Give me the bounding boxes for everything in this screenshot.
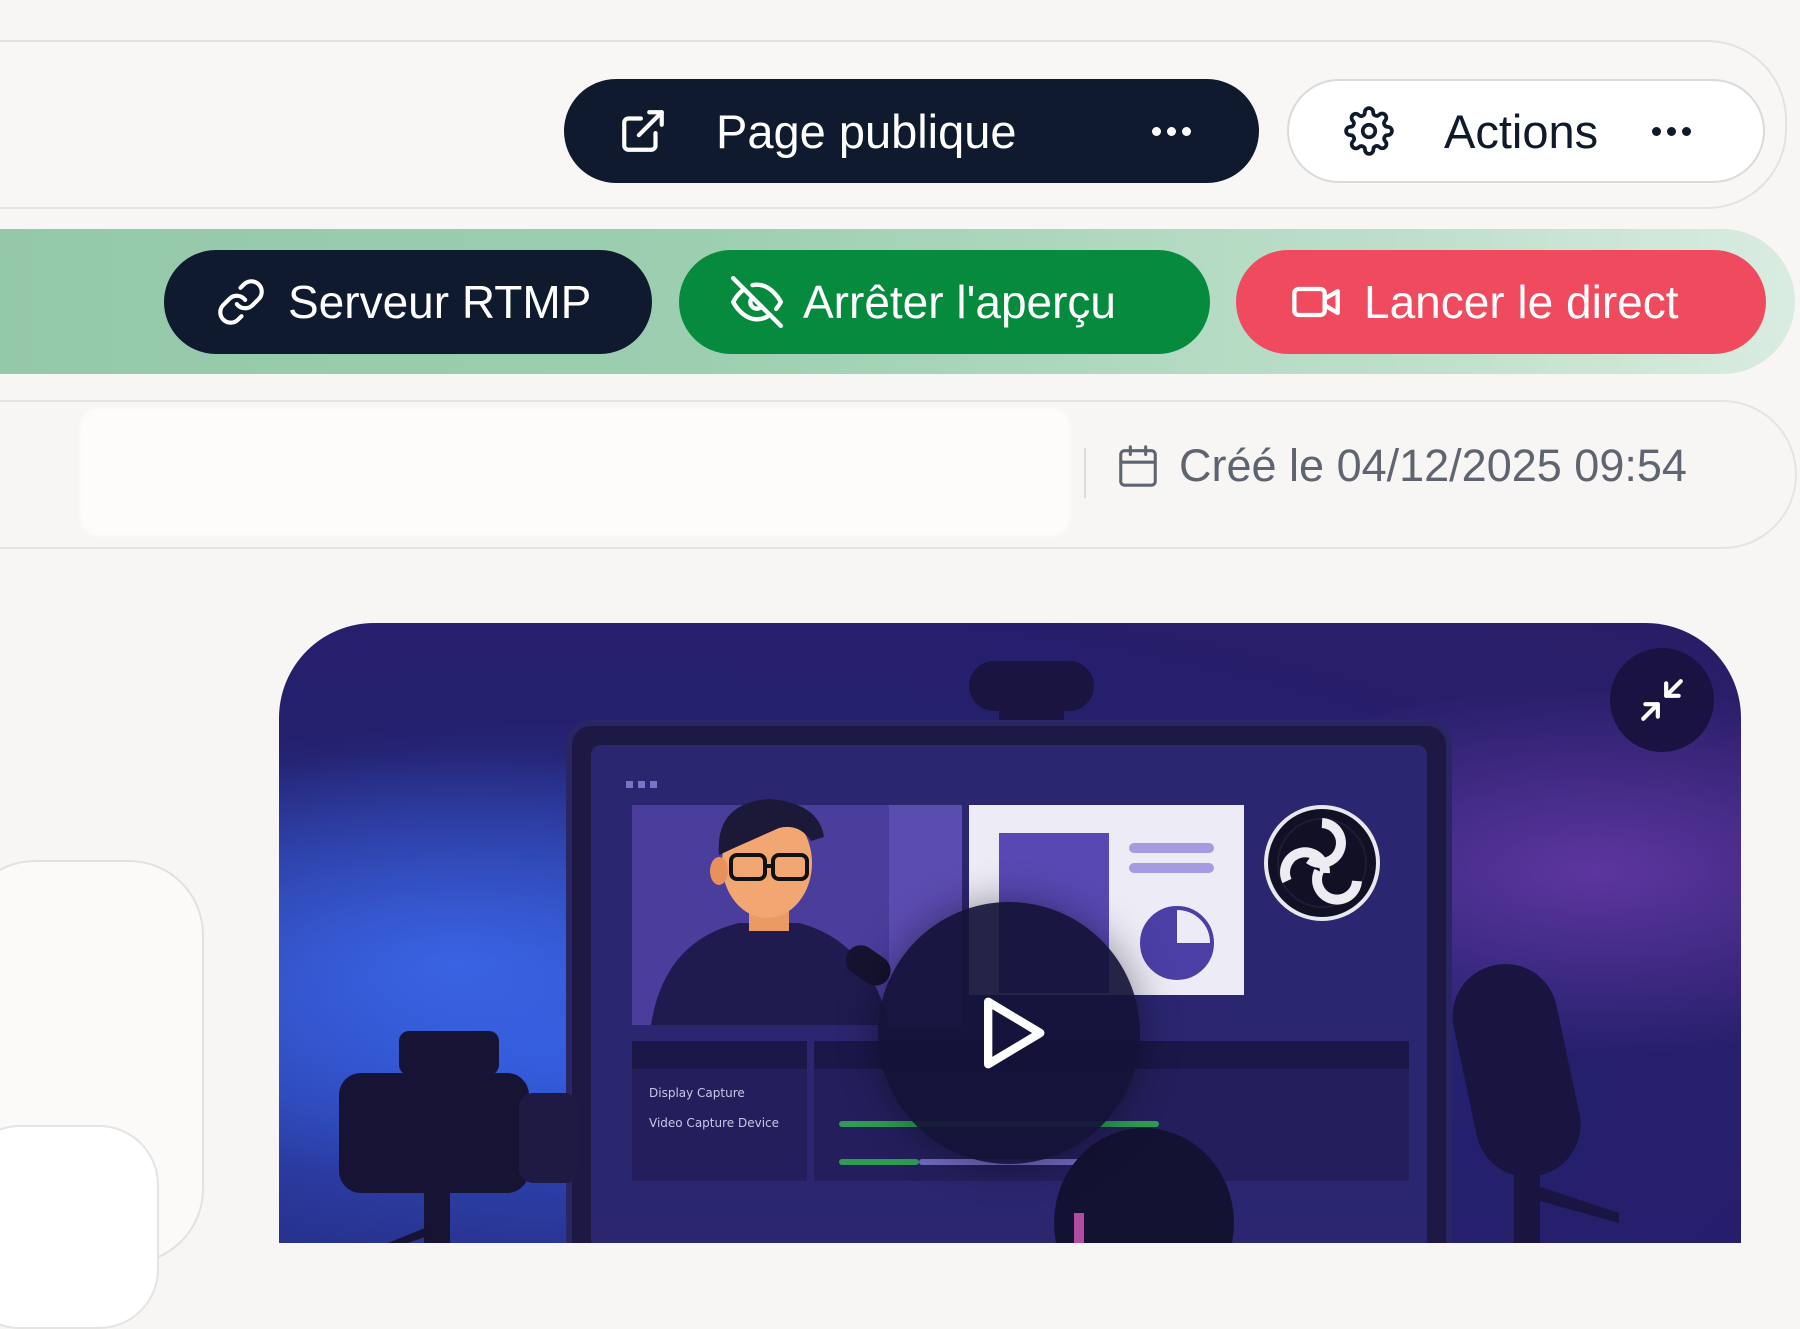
live-label: Lancer le direct: [1364, 276, 1679, 328]
created-text: Créé le 04/12/2025 09:54: [1179, 440, 1687, 491]
title-placeholder: [80, 408, 1070, 536]
actions-label: Actions: [1444, 104, 1599, 158]
link-icon: [216, 277, 266, 327]
calendar-icon: [1115, 441, 1161, 491]
preview-label: Arrêter l'aperçu: [803, 276, 1117, 328]
rtmp-label: Serveur RTMP: [288, 276, 592, 328]
rtmp-server-button[interactable]: Serveur RTMP: [164, 250, 652, 354]
play-button[interactable]: [878, 902, 1140, 1164]
panel-label: Video Capture Device: [649, 1116, 779, 1130]
side-card: [0, 1125, 159, 1329]
more-dots-icon[interactable]: [1652, 126, 1691, 136]
public-page-button[interactable]: Page publique: [564, 79, 1259, 183]
actions-button[interactable]: Actions: [1287, 79, 1765, 183]
play-icon: [959, 983, 1059, 1083]
divider: [1084, 448, 1086, 498]
stop-preview-button[interactable]: Arrêter l'aperçu: [679, 250, 1210, 354]
external-link-icon: [618, 106, 668, 156]
gear-icon: [1344, 106, 1394, 156]
panel-label: Display Capture: [649, 1086, 745, 1100]
collapse-arrows-icon: [1637, 675, 1687, 725]
eye-off-icon: [731, 276, 783, 328]
public-page-label: Page publique: [716, 104, 1017, 158]
start-live-button[interactable]: Lancer le direct: [1236, 250, 1766, 354]
more-dots-icon[interactable]: [1152, 126, 1191, 136]
created-date: Créé le 04/12/2025 09:54: [1115, 440, 1687, 492]
obs-logo: [1264, 805, 1380, 921]
video-camera-icon: [1290, 276, 1342, 328]
collapse-button[interactable]: [1610, 648, 1714, 752]
